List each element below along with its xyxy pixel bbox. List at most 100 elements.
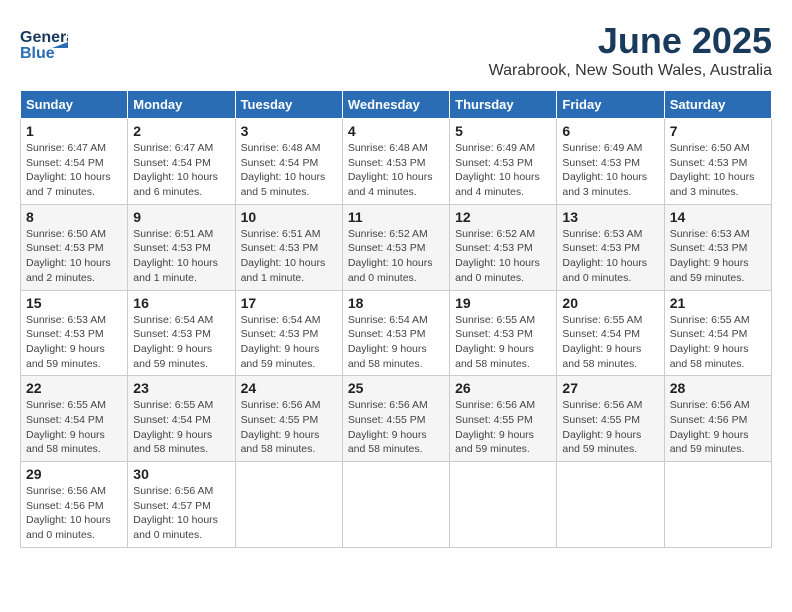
daylight-label: Daylight: 9 hours and 58 minutes. (133, 429, 212, 456)
location-title: Warabrook, New South Wales, Australia (489, 62, 772, 80)
day-info: Sunrise: 6:50 AM Sunset: 4:53 PM Dayligh… (26, 227, 122, 286)
calendar-day-4: 4 Sunrise: 6:48 AM Sunset: 4:53 PM Dayli… (342, 119, 449, 205)
day-info: Sunrise: 6:55 AM Sunset: 4:54 PM Dayligh… (670, 313, 766, 372)
daylight-label: Daylight: 10 hours and 0 minutes. (133, 514, 218, 541)
daylight-label: Daylight: 10 hours and 0 minutes. (348, 257, 433, 284)
sunset-label: Sunset: 4:53 PM (670, 242, 748, 254)
day-info: Sunrise: 6:47 AM Sunset: 4:54 PM Dayligh… (26, 141, 122, 200)
sunrise-label: Sunrise: 6:53 AM (26, 314, 106, 326)
calendar-day-27: 27 Sunrise: 6:56 AM Sunset: 4:55 PM Dayl… (557, 376, 664, 462)
sunrise-label: Sunrise: 6:49 AM (455, 142, 535, 154)
day-number: 10 (241, 209, 337, 225)
day-number: 6 (562, 123, 658, 139)
daylight-label: Daylight: 10 hours and 7 minutes. (26, 171, 111, 198)
sunrise-label: Sunrise: 6:47 AM (26, 142, 106, 154)
sunset-label: Sunset: 4:54 PM (562, 328, 640, 340)
calendar-day-24: 24 Sunrise: 6:56 AM Sunset: 4:55 PM Dayl… (235, 376, 342, 462)
col-header-monday: Monday (128, 91, 235, 119)
daylight-label: Daylight: 10 hours and 0 minutes. (26, 514, 111, 541)
calendar-day-12: 12 Sunrise: 6:52 AM Sunset: 4:53 PM Dayl… (450, 204, 557, 290)
daylight-label: Daylight: 9 hours and 58 minutes. (455, 343, 534, 370)
calendar-day-6: 6 Sunrise: 6:49 AM Sunset: 4:53 PM Dayli… (557, 119, 664, 205)
sunset-label: Sunset: 4:55 PM (241, 414, 319, 426)
calendar-day-19: 19 Sunrise: 6:55 AM Sunset: 4:53 PM Dayl… (450, 290, 557, 376)
day-number: 17 (241, 295, 337, 311)
daylight-label: Daylight: 9 hours and 58 minutes. (241, 429, 320, 456)
day-info: Sunrise: 6:51 AM Sunset: 4:53 PM Dayligh… (133, 227, 229, 286)
day-info: Sunrise: 6:54 AM Sunset: 4:53 PM Dayligh… (133, 313, 229, 372)
sunrise-label: Sunrise: 6:51 AM (241, 228, 321, 240)
calendar-week-3: 15 Sunrise: 6:53 AM Sunset: 4:53 PM Dayl… (21, 290, 772, 376)
day-info: Sunrise: 6:48 AM Sunset: 4:53 PM Dayligh… (348, 141, 444, 200)
day-info: Sunrise: 6:48 AM Sunset: 4:54 PM Dayligh… (241, 141, 337, 200)
calendar-week-5: 29 Sunrise: 6:56 AM Sunset: 4:56 PM Dayl… (21, 462, 772, 548)
calendar-day-8: 8 Sunrise: 6:50 AM Sunset: 4:53 PM Dayli… (21, 204, 128, 290)
col-header-tuesday: Tuesday (235, 91, 342, 119)
calendar-day-22: 22 Sunrise: 6:55 AM Sunset: 4:54 PM Dayl… (21, 376, 128, 462)
day-number: 30 (133, 466, 229, 482)
sunset-label: Sunset: 4:54 PM (133, 414, 211, 426)
day-info: Sunrise: 6:52 AM Sunset: 4:53 PM Dayligh… (455, 227, 551, 286)
daylight-label: Daylight: 10 hours and 0 minutes. (455, 257, 540, 284)
sunset-label: Sunset: 4:53 PM (562, 157, 640, 169)
calendar-table: SundayMondayTuesdayWednesdayThursdayFrid… (20, 90, 772, 548)
daylight-label: Daylight: 9 hours and 58 minutes. (562, 343, 641, 370)
calendar-day-3: 3 Sunrise: 6:48 AM Sunset: 4:54 PM Dayli… (235, 119, 342, 205)
calendar-day-18: 18 Sunrise: 6:54 AM Sunset: 4:53 PM Dayl… (342, 290, 449, 376)
sunset-label: Sunset: 4:54 PM (26, 414, 104, 426)
day-info: Sunrise: 6:55 AM Sunset: 4:54 PM Dayligh… (133, 398, 229, 457)
daylight-label: Daylight: 9 hours and 58 minutes. (26, 429, 105, 456)
day-info: Sunrise: 6:53 AM Sunset: 4:53 PM Dayligh… (562, 227, 658, 286)
sunrise-label: Sunrise: 6:52 AM (455, 228, 535, 240)
empty-cell (450, 462, 557, 548)
calendar-day-15: 15 Sunrise: 6:53 AM Sunset: 4:53 PM Dayl… (21, 290, 128, 376)
sunset-label: Sunset: 4:53 PM (241, 328, 319, 340)
day-info: Sunrise: 6:56 AM Sunset: 4:55 PM Dayligh… (455, 398, 551, 457)
sunset-label: Sunset: 4:53 PM (133, 242, 211, 254)
daylight-label: Daylight: 9 hours and 59 minutes. (133, 343, 212, 370)
day-info: Sunrise: 6:54 AM Sunset: 4:53 PM Dayligh… (348, 313, 444, 372)
daylight-label: Daylight: 9 hours and 59 minutes. (241, 343, 320, 370)
day-info: Sunrise: 6:56 AM Sunset: 4:55 PM Dayligh… (562, 398, 658, 457)
sunrise-label: Sunrise: 6:56 AM (26, 485, 106, 497)
calendar-week-4: 22 Sunrise: 6:55 AM Sunset: 4:54 PM Dayl… (21, 376, 772, 462)
sunset-label: Sunset: 4:56 PM (670, 414, 748, 426)
day-info: Sunrise: 6:52 AM Sunset: 4:53 PM Dayligh… (348, 227, 444, 286)
sunset-label: Sunset: 4:53 PM (670, 157, 748, 169)
daylight-label: Daylight: 10 hours and 1 minute. (133, 257, 218, 284)
col-header-wednesday: Wednesday (342, 91, 449, 119)
daylight-label: Daylight: 9 hours and 59 minutes. (670, 257, 749, 284)
col-header-sunday: Sunday (21, 91, 128, 119)
day-info: Sunrise: 6:55 AM Sunset: 4:53 PM Dayligh… (455, 313, 551, 372)
sunset-label: Sunset: 4:54 PM (670, 328, 748, 340)
sunset-label: Sunset: 4:53 PM (455, 157, 533, 169)
calendar-day-2: 2 Sunrise: 6:47 AM Sunset: 4:54 PM Dayli… (128, 119, 235, 205)
sunrise-label: Sunrise: 6:54 AM (348, 314, 428, 326)
daylight-label: Daylight: 9 hours and 59 minutes. (562, 429, 641, 456)
daylight-label: Daylight: 9 hours and 59 minutes. (455, 429, 534, 456)
col-header-thursday: Thursday (450, 91, 557, 119)
calendar-day-28: 28 Sunrise: 6:56 AM Sunset: 4:56 PM Dayl… (664, 376, 771, 462)
daylight-label: Daylight: 9 hours and 58 minutes. (348, 429, 427, 456)
day-number: 19 (455, 295, 551, 311)
day-info: Sunrise: 6:53 AM Sunset: 4:53 PM Dayligh… (26, 313, 122, 372)
day-number: 20 (562, 295, 658, 311)
sunset-label: Sunset: 4:57 PM (133, 500, 211, 512)
day-number: 25 (348, 380, 444, 396)
day-number: 29 (26, 466, 122, 482)
day-info: Sunrise: 6:51 AM Sunset: 4:53 PM Dayligh… (241, 227, 337, 286)
col-header-friday: Friday (557, 91, 664, 119)
day-info: Sunrise: 6:49 AM Sunset: 4:53 PM Dayligh… (562, 141, 658, 200)
day-number: 12 (455, 209, 551, 225)
calendar-day-30: 30 Sunrise: 6:56 AM Sunset: 4:57 PM Dayl… (128, 462, 235, 548)
sunset-label: Sunset: 4:53 PM (241, 242, 319, 254)
daylight-label: Daylight: 10 hours and 6 minutes. (133, 171, 218, 198)
day-info: Sunrise: 6:56 AM Sunset: 4:55 PM Dayligh… (241, 398, 337, 457)
day-number: 13 (562, 209, 658, 225)
col-header-saturday: Saturday (664, 91, 771, 119)
daylight-label: Daylight: 10 hours and 4 minutes. (455, 171, 540, 198)
sunrise-label: Sunrise: 6:53 AM (670, 228, 750, 240)
day-number: 15 (26, 295, 122, 311)
title-area: June 2025 Warabrook, New South Wales, Au… (489, 20, 772, 80)
day-info: Sunrise: 6:55 AM Sunset: 4:54 PM Dayligh… (26, 398, 122, 457)
